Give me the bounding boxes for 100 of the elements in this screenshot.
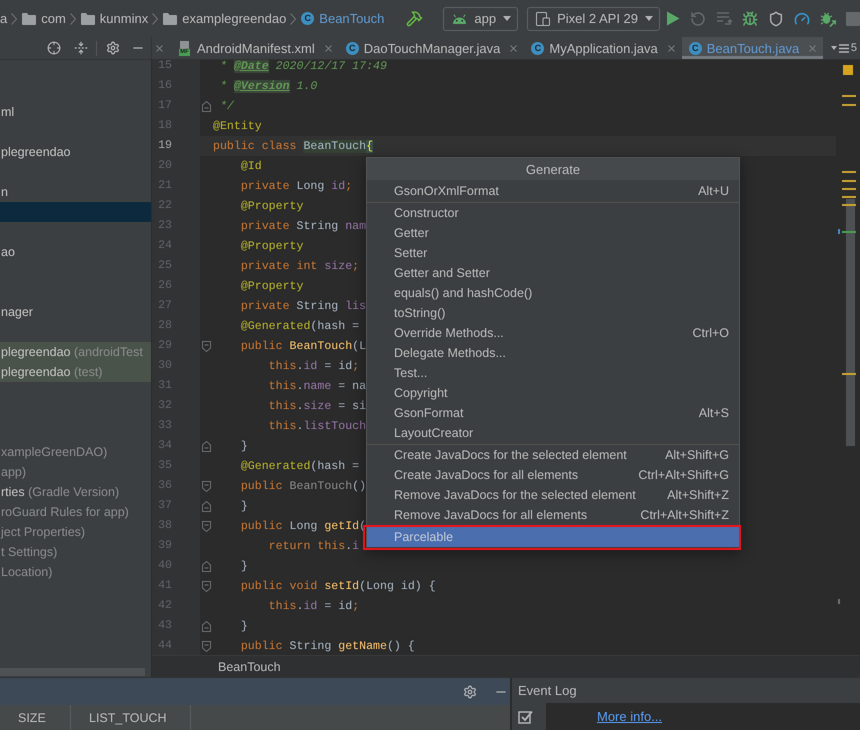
- scrollbar[interactable]: [846, 199, 855, 446]
- device-dropdown[interactable]: Pixel 2 API 29: [527, 6, 660, 30]
- play-icon[interactable]: [666, 11, 680, 26]
- fold-marker-icon[interactable]: [202, 580, 210, 592]
- breadcrumb-item[interactable]: kunminx: [80, 11, 148, 26]
- close-icon[interactable]: [154, 42, 165, 54]
- tree-item[interactable]: t Settings): [1, 545, 58, 559]
- breadcrumb-item[interactable]: a: [0, 11, 8, 26]
- menu-item[interactable]: Remove JavaDocs for the selected element Alt+Shift+Z: [367, 485, 739, 505]
- fold-marker-icon[interactable]: [202, 440, 210, 452]
- warning-marker: [842, 373, 856, 375]
- gauge-icon[interactable]: [794, 10, 810, 26]
- tree-item[interactable]: ject Properties): [1, 525, 86, 539]
- more-info-link[interactable]: More info...: [597, 709, 662, 724]
- menu-item[interactable]: Remove JavaDocs for all elements Ctrl+Alt+Shift+Z: [367, 505, 739, 525]
- settings-icon[interactable]: [463, 684, 477, 698]
- class-icon: C: [531, 42, 544, 54]
- editor-tab[interactable]: C MyApplication.java: [524, 37, 682, 59]
- editor-tab[interactable]: C BeanTouch.java: [682, 37, 824, 59]
- tree-item[interactable]: ml: [1, 105, 14, 119]
- menu-item[interactable]: Override Methods... Ctrl+O: [367, 323, 739, 343]
- close-icon[interactable]: [807, 42, 818, 54]
- run-config-dropdown[interactable]: app: [443, 6, 518, 30]
- fold-marker-icon[interactable]: [202, 640, 210, 652]
- menu-item[interactable]: Constructor: [367, 203, 739, 223]
- code-line: @Property: [240, 280, 304, 292]
- collapse-icon[interactable]: [74, 41, 88, 55]
- menu-item[interactable]: Copyright: [367, 383, 739, 403]
- breadcrumb-item[interactable]: BeanTouch: [218, 660, 281, 674]
- android-icon: [452, 14, 468, 24]
- tree-item[interactable]: roGuard Rules for app): [1, 505, 129, 519]
- class-icon: C: [688, 42, 702, 54]
- warning-marker: [842, 188, 856, 190]
- settings-icon[interactable]: [106, 41, 120, 55]
- breadcrumb-item[interactable]: examplegreendao: [163, 11, 286, 26]
- menu-item[interactable]: Create JavaDocs for all elements Ctrl+Alt+Shift+G: [367, 465, 739, 485]
- code-line: */: [218, 100, 234, 112]
- breadcrumb-item[interactable]: C BeanTouch: [301, 11, 384, 26]
- chevron-icon: [290, 12, 296, 24]
- tree-item[interactable]: n: [1, 185, 8, 199]
- shield-icon[interactable]: [768, 10, 784, 26]
- menu-item[interactable]: LayoutCreator: [367, 423, 739, 443]
- code-line: private int size;: [240, 260, 360, 272]
- code-line: public BeanTouch(): [240, 480, 366, 492]
- device-icon: [536, 12, 550, 26]
- keyboard-shortcut: Alt+U: [698, 184, 729, 198]
- code-line: this.listTouch: [268, 420, 366, 432]
- menu-item[interactable]: GsonFormat Alt+S: [367, 403, 739, 423]
- bug-icon[interactable]: [742, 10, 758, 26]
- code-line: @Property: [240, 200, 304, 212]
- bug-arrow-icon[interactable]: [820, 10, 836, 26]
- list-icon: [838, 44, 849, 52]
- column-header[interactable]: SIZE: [0, 705, 71, 730]
- fold-marker-icon[interactable]: [202, 480, 210, 492]
- hammer-icon[interactable]: [406, 10, 424, 27]
- menu-item[interactable]: GsonOrXmlFormat Alt+U: [367, 181, 739, 201]
- menu-item[interactable]: Getter: [367, 223, 739, 243]
- menu-item[interactable]: Create JavaDocs for the selected element Alt+Shift+G: [367, 445, 739, 465]
- warning-marker: [842, 171, 856, 173]
- crosshair-icon[interactable]: [47, 41, 61, 55]
- code-line: public class BeanTouch{: [213, 140, 374, 152]
- menu-item[interactable]: Delegate Methods...: [367, 343, 739, 363]
- fold-marker-icon[interactable]: [202, 340, 210, 352]
- tree-item[interactable]: plegreendao: [1, 145, 71, 159]
- code-line: return this.i: [268, 540, 360, 552]
- folder-icon: [163, 12, 178, 24]
- keyboard-shortcut: Ctrl+O: [692, 326, 729, 340]
- fold-marker-icon[interactable]: [202, 100, 210, 112]
- menu-item[interactable]: Test...: [367, 363, 739, 383]
- fold-marker-icon[interactable]: [202, 520, 210, 532]
- warning-marker: [842, 95, 856, 97]
- tree-item[interactable]: plegreendao (test): [0, 362, 151, 382]
- tab-list-button[interactable]: 5: [830, 37, 860, 59]
- menu-item[interactable]: Getter and Setter: [367, 263, 739, 283]
- close-icon[interactable]: [508, 42, 520, 54]
- keyboard-shortcut: Alt+Shift+G: [665, 448, 729, 462]
- tree-item[interactable]: nager: [1, 305, 33, 319]
- tree-item[interactable]: app): [1, 465, 26, 479]
- fold-marker-icon[interactable]: [202, 560, 210, 572]
- tree-item[interactable]: plegreendao (androidTest: [0, 342, 151, 362]
- code-line: @Entity: [213, 120, 262, 132]
- fold-marker-icon[interactable]: [202, 500, 210, 512]
- breadcrumb-item[interactable]: com: [22, 11, 66, 26]
- editor-tab[interactable]: C DaoTouchManager.java: [338, 37, 524, 59]
- close-icon[interactable]: [322, 42, 334, 54]
- menu-item[interactable]: Setter: [367, 243, 739, 263]
- menu-item[interactable]: equals() and hashCode(): [367, 283, 739, 303]
- tree-item[interactable]: Location): [1, 565, 52, 579]
- fold-marker-icon[interactable]: [202, 620, 210, 632]
- tree-item[interactable]: rties (Gradle Version): [1, 485, 120, 499]
- tree-item[interactable]: xampleGreenDAO): [1, 445, 108, 459]
- checkbox-icon[interactable]: [518, 710, 533, 725]
- code-line: @Generated(hash =: [240, 320, 360, 332]
- scrollbar[interactable]: [0, 668, 145, 676]
- menu-item[interactable]: toString(): [367, 303, 739, 323]
- change-marker: [842, 231, 856, 233]
- close-icon[interactable]: [666, 42, 677, 54]
- code-line: this.id = id;: [268, 600, 360, 612]
- tree-item[interactable]: ao: [1, 245, 15, 259]
- column-header[interactable]: LIST_TOUCH: [71, 705, 191, 730]
